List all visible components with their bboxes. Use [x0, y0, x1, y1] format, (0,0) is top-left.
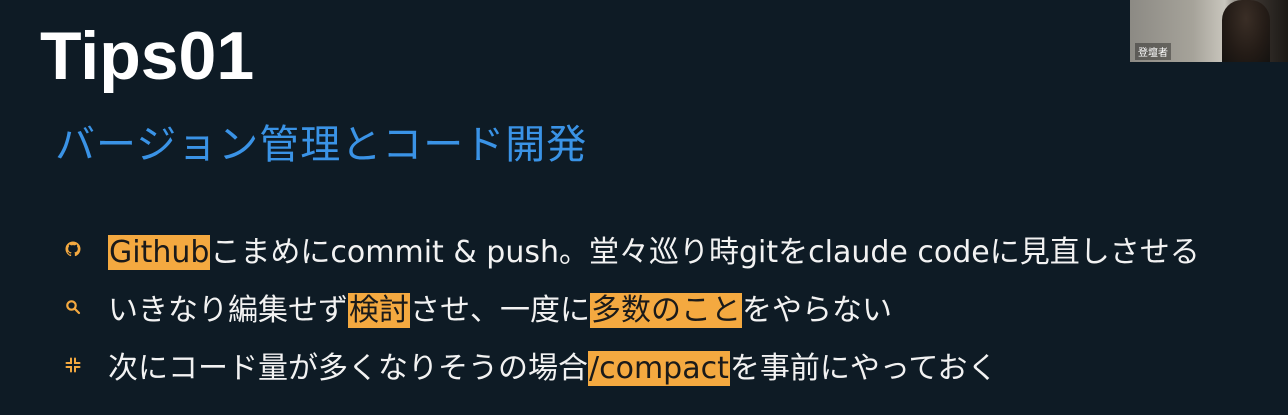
bullet-text-segment: させ、一度に [410, 293, 590, 328]
bullet-text-segment: 次にコード量が多くなりそうの場合 [108, 351, 588, 386]
bullet-text-segment: こまめにcommit & push。堂々巡り時gitをclaude codeに見… [210, 235, 1200, 270]
search-icon [62, 296, 84, 318]
speaker-video [1222, 0, 1270, 62]
bullet-item-review: いきなり編集せず検討させ、一度に多数のことをやらない [62, 278, 1200, 336]
slide-title: Tips01 [40, 18, 255, 94]
bullet-text: Githubこまめにcommit & push。堂々巡り時gitをclaude … [108, 227, 1200, 271]
bullet-item-compact: 次にコード量が多くなりそうの場合/compactを事前にやっておく [62, 336, 1200, 394]
bullet-item-github: Githubこまめにcommit & push。堂々巡り時gitをclaude … [62, 220, 1200, 278]
bullet-text: いきなり編集せず検討させ、一度に多数のことをやらない [108, 285, 892, 329]
highlight-review: 検討 [348, 293, 410, 328]
highlight-github: Github [108, 235, 211, 270]
highlight-many-things: 多数のこと [590, 293, 742, 328]
github-icon [62, 238, 84, 260]
bullet-text: 次にコード量が多くなりそうの場合/compactを事前にやっておく [108, 343, 997, 387]
slide-subtitle: バージョン管理とコード開発 [55, 122, 588, 168]
bullet-text-segment: いきなり編集せず [108, 293, 348, 328]
bullet-text-segment: を事前にやっておく [729, 351, 998, 386]
highlight-compact: /compact [588, 351, 730, 386]
webcam-label: 登壇者 [1135, 43, 1171, 60]
bullet-list: Githubこまめにcommit & push。堂々巡り時gitをclaude … [62, 220, 1200, 394]
bullet-text-segment: をやらない [742, 293, 892, 328]
compress-icon [62, 354, 84, 376]
speaker-webcam: 登壇者 [1130, 0, 1288, 62]
presentation-slide: Tips01 バージョン管理とコード開発 Githubこまめにcommit & … [0, 0, 1288, 415]
